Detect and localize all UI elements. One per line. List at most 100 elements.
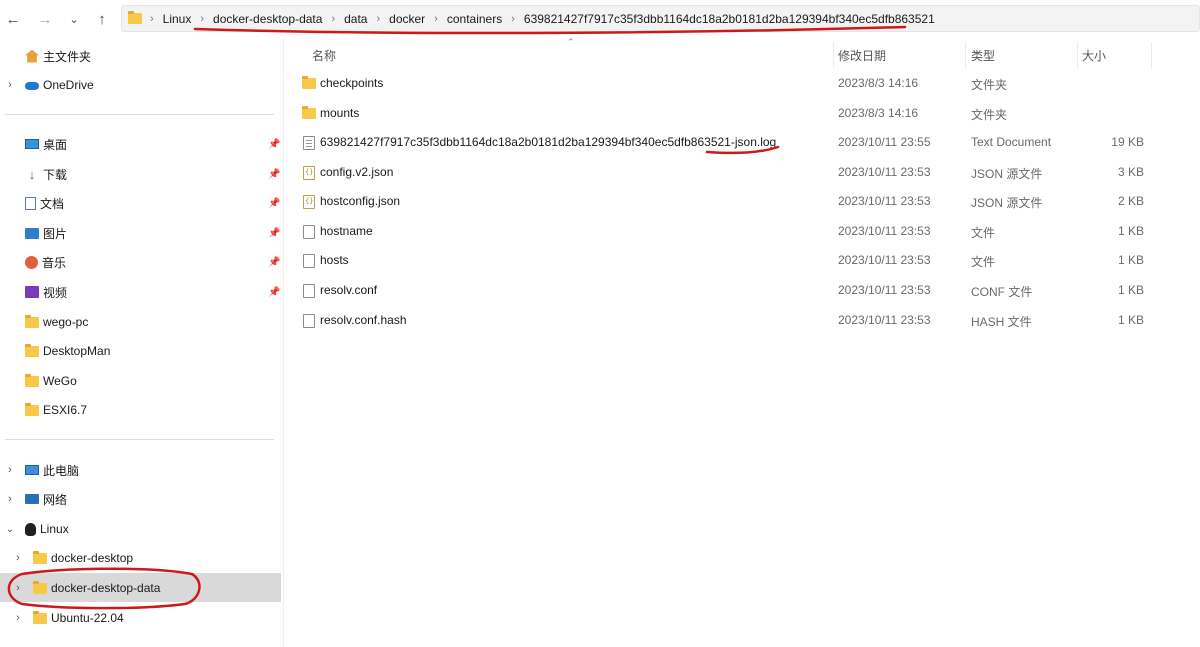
pin-icon[interactable]: 📌: [268, 169, 280, 180]
chevron-right-icon[interactable]: ›: [5, 464, 15, 476]
sort-ascending-icon: ⌃: [567, 37, 575, 47]
folder-icon: [302, 76, 316, 89]
column-header-name[interactable]: 名称: [312, 47, 336, 64]
sidebar-item-folder[interactable]: WeGo: [25, 367, 77, 395]
file-row[interactable]: config.v2.json 2023/10/11 23:53 JSON 源文件…: [285, 158, 1200, 187]
sidebar-item-onedrive[interactable]: › OneDrive: [8, 71, 94, 99]
sidebar-item-label: Linux: [40, 522, 69, 536]
json-file-icon: [303, 195, 315, 209]
file-date: 2023/8/3 14:16: [838, 106, 919, 120]
pin-icon[interactable]: 📌: [268, 139, 280, 150]
file-name: checkpoints: [320, 76, 384, 90]
sidebar-item-ubuntu[interactable]: › Ubuntu-22.04: [16, 604, 124, 632]
arrow-right-icon: →: [37, 10, 53, 28]
sidebar-item-folder[interactable]: wego-pc: [25, 308, 88, 336]
file-name: hostconfig.json: [320, 194, 401, 208]
column-divider[interactable]: [833, 42, 834, 68]
music-icon: [25, 255, 38, 269]
file-row[interactable]: resolv.conf 2023/10/11 23:53 CONF 文件 1 K…: [285, 276, 1200, 305]
file-size: 1 KB: [1117, 224, 1144, 238]
column-header-type[interactable]: 类型: [971, 47, 995, 64]
chevron-down-icon[interactable]: ⌄: [5, 524, 15, 535]
file-date: 2023/10/11 23:53: [838, 165, 931, 179]
breadcrumb-item[interactable]: docker: [389, 12, 425, 26]
sidebar-item-docker-desktop[interactable]: › docker-desktop: [16, 544, 133, 572]
chevron-right-icon[interactable]: ›: [5, 79, 15, 91]
file-type: 文件夹: [971, 78, 1008, 92]
folder-icon: [128, 11, 142, 24]
file-name: mounts: [320, 106, 360, 120]
sidebar-item-desktop[interactable]: 桌面: [25, 130, 67, 158]
file-type: 文件: [971, 255, 996, 269]
sidebar-item-folder[interactable]: ESXI6.7: [25, 396, 87, 424]
file-type: HASH 文件: [971, 315, 1032, 329]
breadcrumb-item[interactable]: 639821427f7917c35f3dbb1164dc18a2b0181d2b…: [524, 12, 935, 26]
file-type: CONF 文件: [971, 285, 1033, 299]
column-header-date[interactable]: 修改日期: [838, 47, 886, 64]
sidebar-item-label: WeGo: [43, 374, 77, 388]
chevron-right-icon[interactable]: ›: [13, 582, 23, 594]
divider: [5, 439, 274, 440]
sidebar-item-label: OneDrive: [43, 78, 94, 92]
sidebar-item-label: 文档: [40, 196, 65, 211]
column-header-size[interactable]: 大小: [1082, 47, 1106, 64]
file-date: 2023/10/11 23:55: [838, 135, 931, 149]
home-icon: [25, 49, 39, 63]
file-row[interactable]: checkpoints 2023/8/3 14:16 文件夹: [285, 69, 1200, 98]
breadcrumb-item[interactable]: Linux: [163, 12, 192, 26]
file-row[interactable]: resolv.conf.hash 2023/10/11 23:53 HASH 文…: [285, 306, 1200, 335]
breadcrumb[interactable]: › Linux › docker-desktop-data › data › d…: [121, 5, 1200, 32]
sidebar-item-label: 下载: [43, 167, 68, 182]
file-icon: [303, 254, 315, 268]
up-button[interactable]: ↑: [91, 8, 113, 30]
document-icon: [25, 196, 36, 210]
sidebar-item-this-pc[interactable]: › 此电脑: [8, 456, 80, 484]
column-divider[interactable]: [1077, 42, 1078, 68]
chevron-right-icon[interactable]: ›: [5, 493, 15, 505]
file-row[interactable]: hostconfig.json 2023/10/11 23:53 JSON 源文…: [285, 187, 1200, 216]
json-file-icon: [303, 166, 315, 180]
sidebar-item-downloads[interactable]: ↓ 下载: [25, 160, 67, 188]
chevron-right-icon[interactable]: ›: [13, 552, 23, 564]
sidebar-item-documents[interactable]: 文档: [25, 189, 64, 217]
file-row[interactable]: hosts 2023/10/11 23:53 文件 1 KB: [285, 246, 1200, 275]
sidebar-item-label: wego-pc: [43, 315, 89, 329]
column-divider[interactable]: [965, 42, 966, 68]
sidebar-item-network[interactable]: › 网络: [8, 485, 67, 513]
breadcrumb-item[interactable]: data: [344, 12, 367, 26]
file-icon: [303, 225, 315, 239]
sidebar-item-videos[interactable]: 视频: [25, 278, 67, 306]
file-name: resolv.conf: [320, 283, 378, 297]
file-size: 1 KB: [1117, 253, 1144, 267]
column-divider[interactable]: [1151, 42, 1152, 68]
sidebar-item-label: ESXI6.7: [43, 403, 88, 417]
sidebar-item-pictures[interactable]: 图片: [25, 219, 67, 247]
file-row[interactable]: 639821427f7917c35f3dbb1164dc18a2b0181d2b…: [285, 128, 1200, 157]
pin-icon[interactable]: 📌: [268, 257, 280, 268]
pin-icon[interactable]: 📌: [268, 287, 280, 298]
file-row[interactable]: mounts 2023/8/3 14:16 文件夹: [285, 99, 1200, 128]
file-row[interactable]: hostname 2023/10/11 23:53 文件 1 KB: [285, 217, 1200, 246]
file-type: JSON 源文件: [971, 167, 1043, 181]
file-name: resolv.conf.hash: [320, 313, 407, 327]
file-name: hostname: [320, 224, 373, 238]
sidebar-item-home[interactable]: 主文件夹: [25, 42, 91, 70]
file-type: 文件夹: [971, 108, 1008, 122]
sidebar-item-label: 主文件夹: [43, 49, 92, 64]
breadcrumb-item[interactable]: docker-desktop-data: [213, 12, 322, 26]
video-icon: [25, 286, 39, 298]
pin-icon[interactable]: 📌: [268, 228, 280, 239]
chevron-right-icon[interactable]: ›: [13, 612, 23, 624]
forward-button[interactable]: →: [34, 8, 56, 30]
sidebar-item-music[interactable]: 音乐: [25, 248, 66, 276]
sidebar-item-label: 此电脑: [43, 463, 80, 478]
recent-locations-button[interactable]: ⌄: [63, 8, 85, 30]
folder-icon: [25, 343, 39, 357]
sidebar-item-folder[interactable]: DesktopMan: [25, 337, 110, 365]
pin-icon[interactable]: 📌: [268, 198, 280, 209]
back-button[interactable]: ←: [2, 8, 24, 30]
sidebar-item-docker-desktop-data[interactable]: › docker-desktop-data: [16, 574, 160, 602]
file-size: 2 KB: [1117, 194, 1144, 208]
breadcrumb-item[interactable]: containers: [447, 12, 502, 26]
sidebar-item-linux[interactable]: ⌄ Linux: [6, 515, 69, 543]
